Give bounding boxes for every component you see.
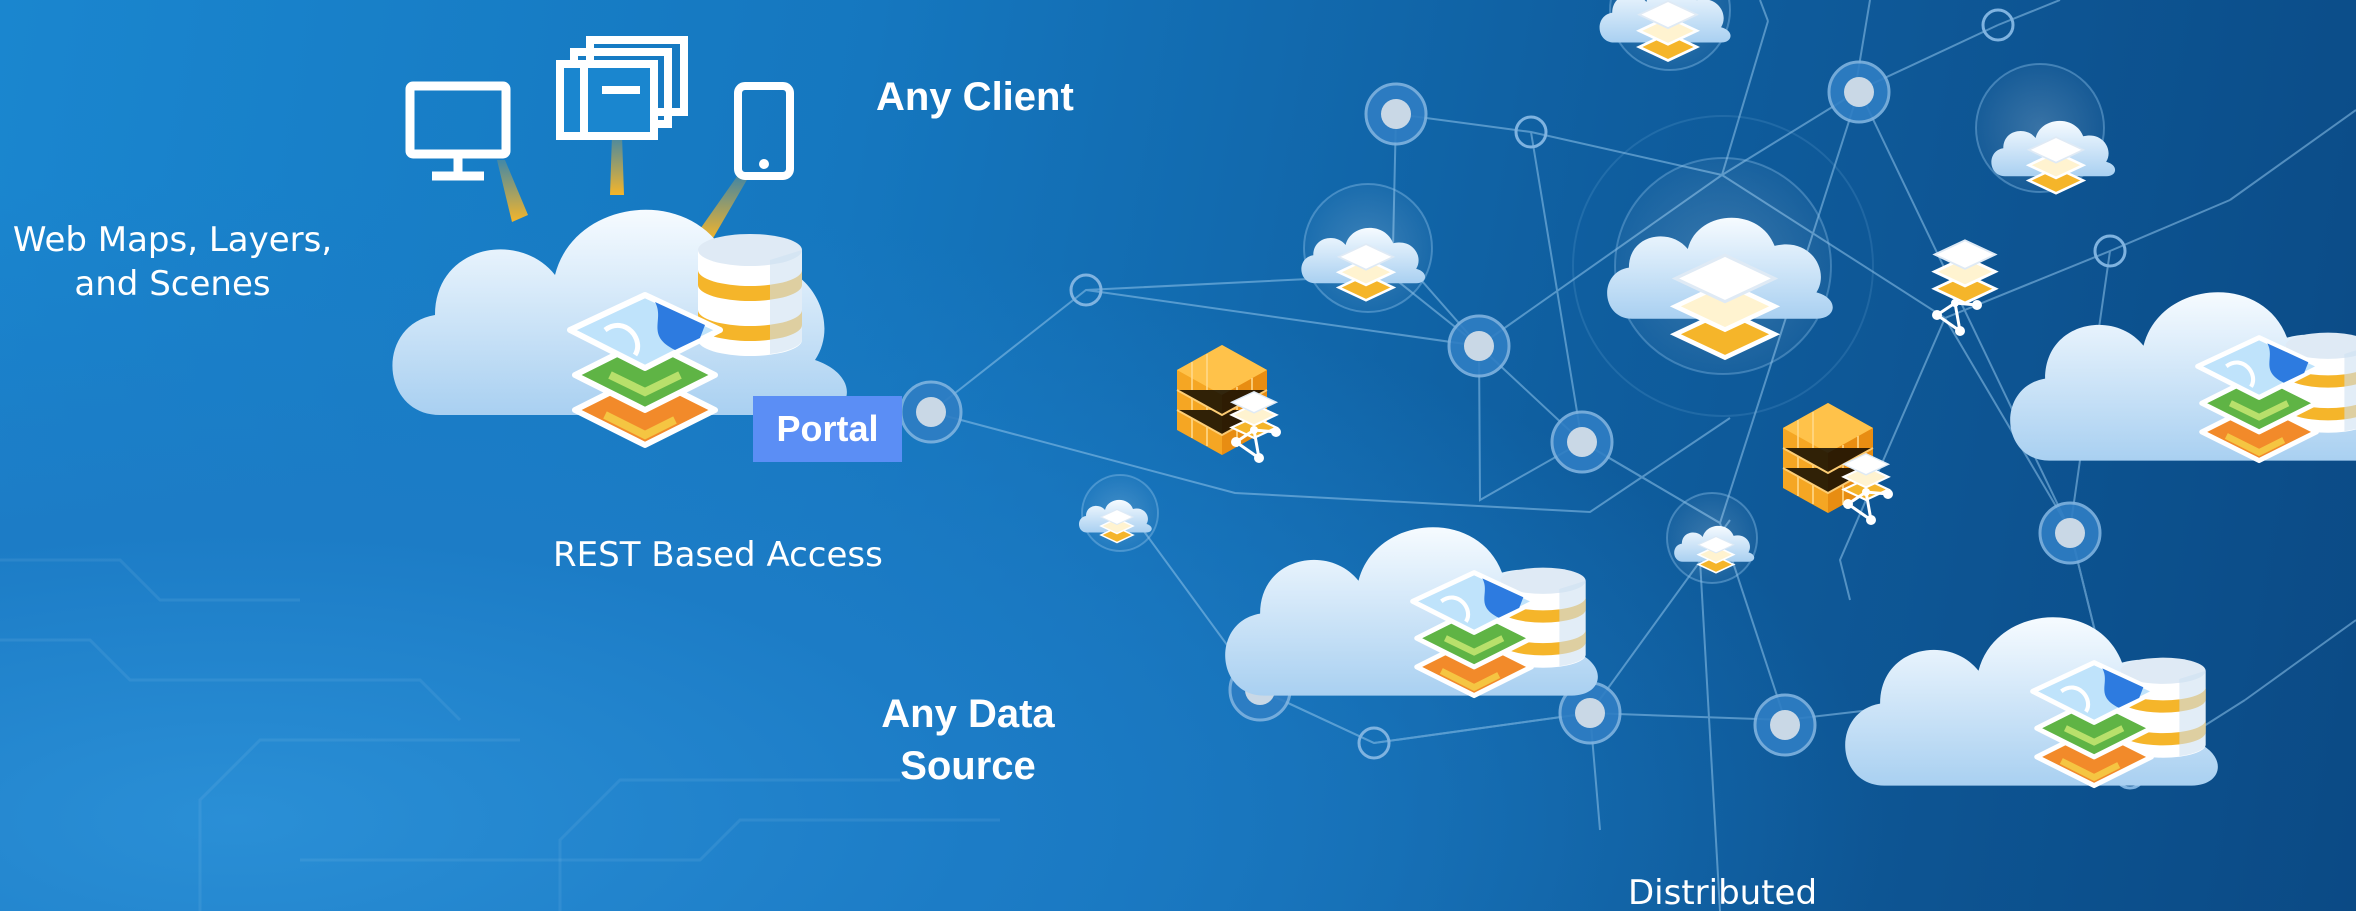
any-data-source-heading: Any Data Source (868, 688, 1068, 792)
web-maps-line-2: and Scenes (74, 264, 271, 304)
network-node-icon (2038, 501, 2102, 565)
multi-window-icon (556, 36, 688, 140)
portal-node-icon (899, 380, 963, 444)
circuit-pattern (0, 558, 1000, 911)
distributed-label: Distributed (1628, 873, 1818, 911)
client-devices (405, 36, 794, 240)
network-node-icon (1447, 314, 1511, 378)
rest-access-label: REST Based Access (553, 535, 883, 575)
network-node-icon (1550, 410, 1614, 474)
any-data-line-2: Source (900, 744, 1036, 788)
network-node-icon (1364, 82, 1428, 146)
map-layers-icon (570, 295, 720, 445)
web-maps-line-1: Web Maps, Layers, (12, 220, 333, 260)
portal-badge: Portal (753, 396, 902, 462)
web-maps-label: Web Maps, Layers, and Scenes (10, 218, 335, 306)
any-client-heading: Any Client (876, 75, 1074, 119)
any-data-line-1: Any Data (881, 692, 1055, 736)
network-node-icon (1753, 693, 1817, 757)
network-graphic (0, 0, 2356, 911)
desktop-monitor-icon (405, 81, 511, 181)
diagram-canvas: Any Client Web Maps, Layers, and Scenes … (0, 0, 2356, 911)
network-node-icon (1827, 60, 1891, 124)
smartphone-icon (734, 82, 794, 180)
database-icon (698, 234, 802, 356)
